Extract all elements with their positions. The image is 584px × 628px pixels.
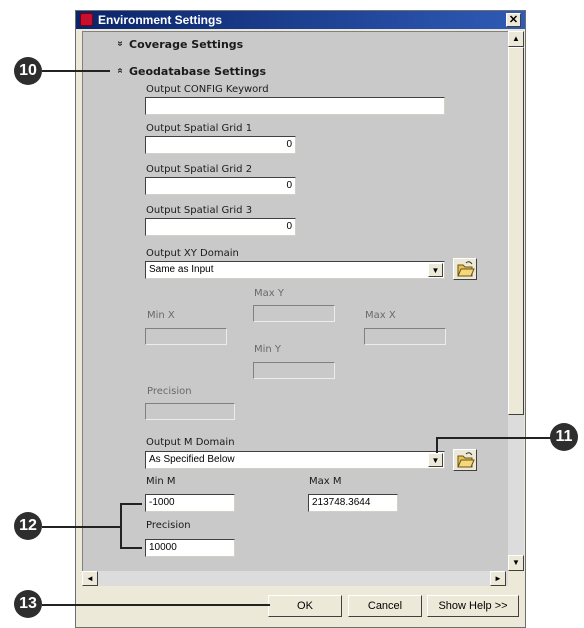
- min-y-input[interactable]: [253, 362, 335, 379]
- dropdown-arrow-icon[interactable]: ▼: [428, 453, 443, 467]
- scroll-up-icon[interactable]: ▲: [508, 31, 524, 47]
- spatial-grid-2-label: Output Spatial Grid 2: [146, 164, 253, 175]
- callout-11-leader-tick: [436, 437, 438, 453]
- ok-button[interactable]: OK: [268, 595, 342, 617]
- min-y-label: Min Y: [254, 344, 282, 355]
- m-domain-label: Output M Domain: [146, 437, 235, 448]
- max-m-label: Max M: [309, 476, 342, 487]
- callout-11-leader: [436, 437, 552, 439]
- spatial-grid-1-input[interactable]: 0: [145, 136, 296, 154]
- scroll-right-icon[interactable]: ►: [490, 571, 506, 586]
- max-y-input[interactable]: [253, 305, 335, 322]
- scroll-down-icon[interactable]: ▼: [508, 555, 524, 571]
- callout-12-bracket-top: [120, 503, 142, 505]
- callout-12-leader: [42, 526, 120, 528]
- xy-precision-input[interactable]: [145, 403, 235, 420]
- xy-domain-open-button[interactable]: [453, 258, 477, 280]
- max-m-input[interactable]: 213748.3644: [308, 494, 398, 512]
- geodatabase-settings-header[interactable]: Geodatabase Settings: [129, 65, 266, 78]
- chevron-down-icon[interactable]: »: [114, 38, 125, 49]
- callout-11: 11: [550, 423, 578, 451]
- min-x-label: Min X: [147, 310, 175, 321]
- max-x-input[interactable]: [364, 328, 446, 345]
- scroll-left-icon[interactable]: ◄: [82, 571, 98, 586]
- max-x-label: Max X: [365, 310, 396, 321]
- min-x-input[interactable]: [145, 328, 227, 345]
- m-precision-input[interactable]: 10000: [145, 539, 235, 557]
- min-m-input[interactable]: -1000: [145, 494, 235, 512]
- spatial-grid-1-label: Output Spatial Grid 1: [146, 123, 253, 134]
- show-help-button[interactable]: Show Help >>: [427, 595, 519, 617]
- horizontal-scrollbar[interactable]: [82, 571, 508, 586]
- cancel-button[interactable]: Cancel: [348, 595, 422, 617]
- xy-precision-label: Precision: [147, 386, 192, 397]
- arctoolbox-icon: [80, 13, 93, 26]
- coverage-settings-header[interactable]: Coverage Settings: [129, 38, 243, 51]
- callout-13-leader: [42, 604, 270, 606]
- callout-12: 12: [14, 512, 42, 540]
- min-m-label: Min M: [146, 476, 176, 487]
- callout-12-bracket-bottom: [120, 547, 142, 549]
- open-folder-icon: [457, 452, 475, 468]
- m-precision-label: Precision: [146, 520, 191, 531]
- close-button[interactable]: ✕: [506, 13, 521, 27]
- config-keyword-label: Output CONFIG Keyword: [146, 84, 269, 95]
- max-y-label: Max Y: [254, 288, 284, 299]
- dialog-title: Environment Settings: [98, 13, 223, 27]
- m-domain-open-button[interactable]: [453, 449, 477, 471]
- chevron-up-icon[interactable]: «: [114, 65, 125, 76]
- vertical-scroll-thumb[interactable]: [508, 47, 524, 415]
- spatial-grid-3-input[interactable]: 0: [145, 218, 296, 236]
- callout-12-bracket: [120, 503, 122, 549]
- callout-10-leader: [42, 70, 110, 72]
- spatial-grid-2-input[interactable]: 0: [145, 177, 296, 195]
- callout-13: 13: [14, 590, 42, 618]
- open-folder-icon: [457, 261, 475, 277]
- callout-10: 10: [14, 57, 42, 85]
- xy-domain-label: Output XY Domain: [146, 248, 239, 259]
- dropdown-arrow-icon[interactable]: ▼: [428, 263, 443, 277]
- spatial-grid-3-label: Output Spatial Grid 3: [146, 205, 253, 216]
- m-domain-select[interactable]: As Specified Below: [145, 451, 445, 469]
- config-keyword-input[interactable]: [145, 97, 445, 115]
- xy-domain-select[interactable]: Same as Input: [145, 261, 445, 279]
- scroll-corner: [508, 571, 524, 587]
